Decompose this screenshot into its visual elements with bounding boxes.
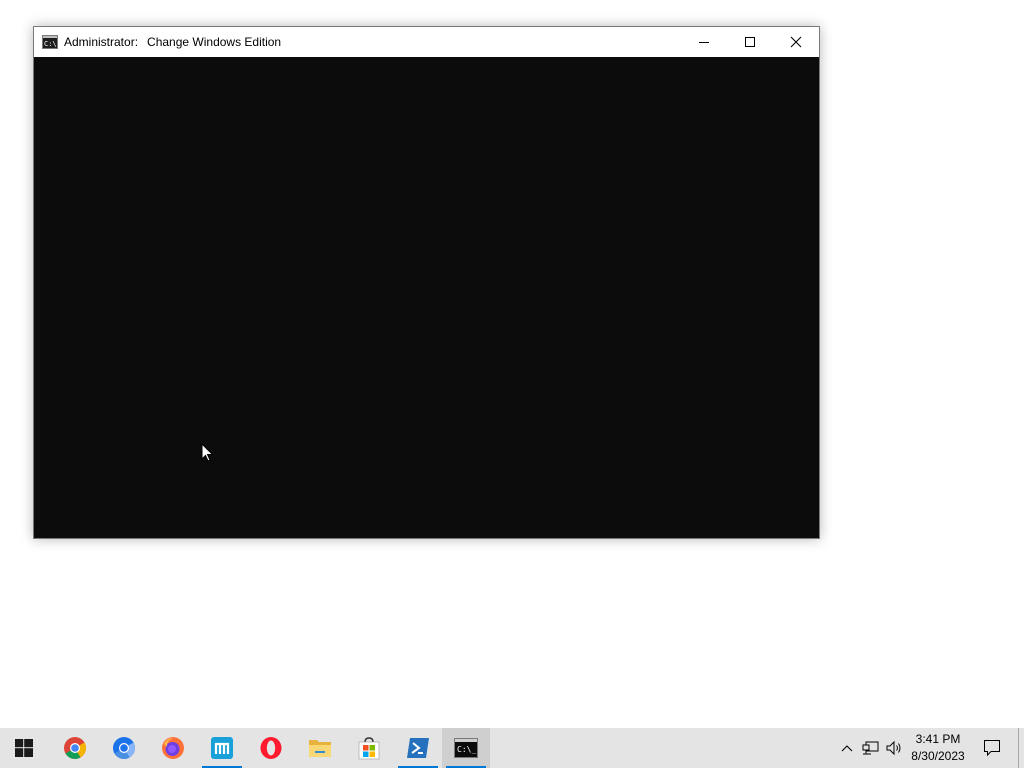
mouse-pointer-icon <box>201 443 214 462</box>
console-output[interactable] <box>34 57 819 538</box>
taskbar-opera[interactable] <box>247 728 295 768</box>
opera-icon <box>260 737 282 759</box>
console-window[interactable]: C:\ Administrator: Change Windows Editio… <box>33 26 820 539</box>
volume-button[interactable] <box>884 728 906 768</box>
notification-icon <box>984 740 1000 757</box>
chrome-icon <box>64 737 86 759</box>
chromium-icon <box>113 737 135 759</box>
title-bar[interactable]: C:\ Administrator: Change Windows Editio… <box>34 27 819 57</box>
volume-icon <box>886 740 901 756</box>
cmd-icon: C:\_ <box>454 738 478 758</box>
maximize-button[interactable] <box>727 27 773 57</box>
taskbar-store[interactable] <box>345 728 393 768</box>
window-title-user: Administrator: <box>64 35 139 49</box>
taskbar-chrome[interactable] <box>51 728 99 768</box>
taskbar-file-explorer[interactable] <box>296 728 344 768</box>
show-desktop-button[interactable] <box>1018 728 1024 768</box>
taskbar-maxthon[interactable] <box>198 728 246 768</box>
taskbar-chromium[interactable] <box>100 728 148 768</box>
clock-time: 3:41 PM <box>915 732 961 746</box>
powershell-icon <box>407 738 429 758</box>
window-title: Change Windows Edition <box>147 35 282 49</box>
store-icon <box>358 737 380 760</box>
notification-center-button[interactable] <box>978 728 1006 768</box>
show-hidden-icons-button[interactable] <box>838 728 856 768</box>
taskbar: C:\_ 3:41 PM 8/30/2023 <box>0 728 1024 768</box>
network-icon <box>862 741 879 755</box>
svg-text:C:\: C:\ <box>44 40 57 48</box>
cmd-icon: C:\ <box>42 34 58 50</box>
minimize-button[interactable] <box>681 27 727 57</box>
clock[interactable]: 3:41 PM 8/30/2023 <box>906 728 970 768</box>
folder-icon <box>309 740 331 757</box>
network-button[interactable] <box>860 728 882 768</box>
close-button[interactable] <box>773 27 819 57</box>
desktop: C:\ Administrator: Change Windows Editio… <box>0 0 1024 728</box>
minimize-icon <box>699 42 709 43</box>
taskbar-firefox[interactable] <box>149 728 197 768</box>
maxthon-icon <box>211 737 233 759</box>
clock-date: 8/30/2023 <box>911 749 965 763</box>
taskbar-powershell[interactable] <box>394 728 442 768</box>
window-controls <box>681 27 819 57</box>
windows-start-icon <box>15 739 33 757</box>
maximize-icon <box>745 37 755 47</box>
svg-text:C:\_: C:\_ <box>457 745 476 754</box>
firefox-icon <box>162 737 184 759</box>
taskbar-command-prompt[interactable]: C:\_ <box>442 728 490 768</box>
close-icon <box>790 36 802 48</box>
start-button[interactable] <box>0 728 48 768</box>
chevron-up-icon <box>841 745 853 752</box>
